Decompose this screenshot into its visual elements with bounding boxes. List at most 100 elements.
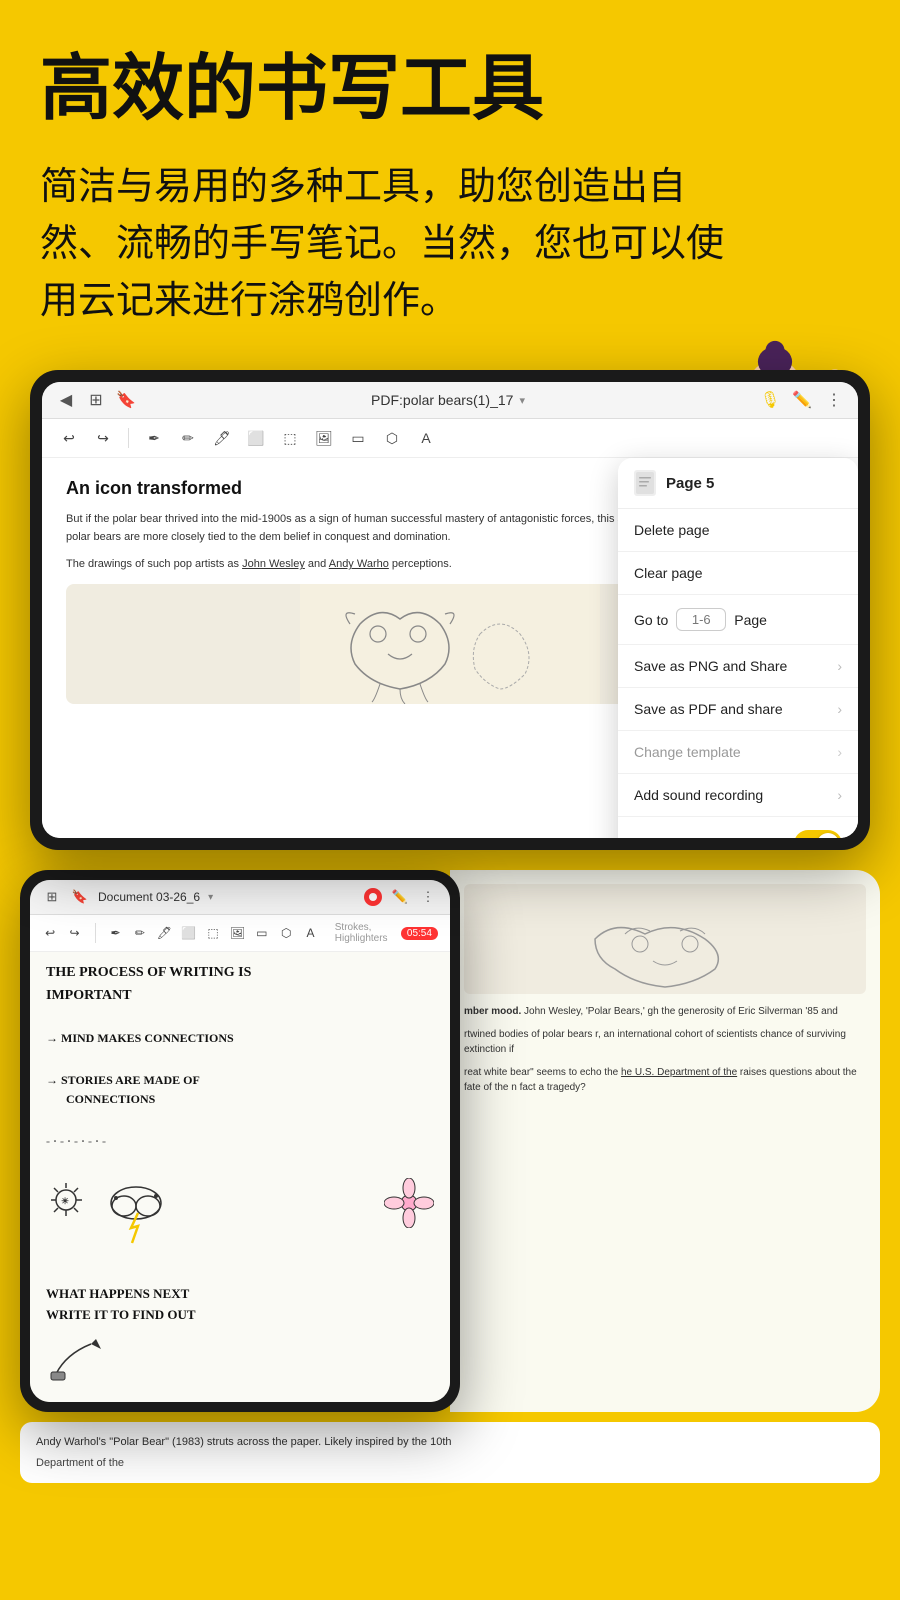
- clear-page-item[interactable]: Clear page: [618, 552, 858, 595]
- back-icon[interactable]: ◀: [56, 390, 76, 410]
- hw-line-2: IMPORTANT: [46, 985, 434, 1007]
- redo-icon[interactable]: ↪: [90, 425, 116, 451]
- dropdown-header-title: Page 5: [666, 475, 714, 492]
- undo-icon[interactable]: ↩: [56, 425, 82, 451]
- save-pdf-item[interactable]: Save as PDF and share ›: [618, 688, 858, 731]
- experimental-label: Experimental features: [634, 836, 770, 838]
- selection-icon[interactable]: ⬚: [277, 425, 303, 451]
- dept-link[interactable]: he U.S. Department of the: [621, 1067, 737, 1078]
- phone-textbox[interactable]: ▭: [254, 920, 270, 946]
- bottom-caption-bar: Andy Warhol's "Polar Bear" (1983) struts…: [20, 1422, 880, 1483]
- strokes-label: Strokes, Highlighters: [335, 922, 393, 944]
- phone-image[interactable]: 🖼: [229, 920, 245, 946]
- phone-pen-icon[interactable]: ✏️: [390, 887, 410, 907]
- eraser-icon[interactable]: ⬜: [243, 425, 269, 451]
- drawing-tools-bar: ↩ ↪ ✒ ✏ 🖊 ⬜ ⬚ 🖼 ▭ ⬡ A: [42, 419, 858, 458]
- chevron-right-icon: ›: [837, 658, 842, 674]
- phone-text[interactable]: A: [302, 920, 318, 946]
- bookmark-icon[interactable]: 🔖: [116, 390, 136, 410]
- chevron-right-icon-4: ›: [837, 787, 842, 803]
- phone-eraser[interactable]: ⬜: [181, 920, 197, 946]
- page-label: Page: [734, 612, 767, 628]
- hw-line-4: → STORIES ARE MADE OF: [46, 1071, 434, 1090]
- phone-pen-tool[interactable]: ✒: [107, 920, 123, 946]
- phone-divider: [95, 923, 96, 943]
- delete-page-item[interactable]: Delete page: [618, 509, 858, 552]
- phone-undo[interactable]: ↩: [42, 920, 58, 946]
- hw-line-6: WHAT HAPPENS NEXT: [46, 1284, 434, 1305]
- doodle-flower: [384, 1178, 434, 1236]
- image-icon[interactable]: 🖼: [311, 425, 337, 451]
- caption-text: Andy Warhol's "Polar Bear" (1983) struts…: [36, 1434, 864, 1451]
- clear-page-label: Clear page: [634, 565, 703, 581]
- more-options-icon[interactable]: ⋮: [824, 390, 844, 410]
- toolbar-left: ◀ ⊞ 🔖: [56, 390, 136, 410]
- microphone-icon[interactable]: 🎙: [760, 390, 780, 410]
- chevron-right-icon-3: ›: [837, 744, 842, 760]
- handwriting-area: THE PROCESS OF WRITING IS IMPORTANT → MI…: [46, 962, 434, 1392]
- goto-input[interactable]: [676, 608, 726, 631]
- phone-pencil-tool[interactable]: ✏: [132, 920, 148, 946]
- tablet-section: ◀ ⊞ 🔖 PDF:polar bears(1)_17 ▾ 🎙 ✏️ ⋮ ↩ ↪: [0, 370, 900, 850]
- change-template-item[interactable]: Change template ›: [618, 731, 858, 774]
- experimental-toggle[interactable]: [794, 830, 842, 838]
- phone-redo[interactable]: ↪: [66, 920, 82, 946]
- doc-preview-text-3: reat white bear" seems to echo the he U.…: [464, 1065, 866, 1095]
- tablet-screen: ◀ ⊞ 🔖 PDF:polar bears(1)_17 ▾ 🎙 ✏️ ⋮ ↩ ↪: [42, 382, 858, 838]
- hw-line-7: WRITE IT TO FIND OUT: [46, 1305, 434, 1326]
- chevron-down-icon: ▾: [519, 394, 525, 407]
- divider: [128, 428, 129, 448]
- hero-subtitle: 简洁与易用的多种工具，助您创造出自然、流畅的手写笔记。当然，您也可以使用云记来进…: [40, 159, 740, 330]
- hw-line-1: THE PROCESS OF WRITING IS: [46, 962, 434, 984]
- save-pdf-label: Save as PDF and share: [634, 701, 783, 717]
- link-john-wesley[interactable]: John Wesley: [242, 558, 305, 570]
- document-title: PDF:polar bears(1)_17: [371, 392, 513, 408]
- doc-preview-panel: mber mood. John Wesley, 'Polar Bears,' g…: [450, 870, 880, 1412]
- hw-line-3: → MIND MAKES CONNECTIONS: [46, 1029, 434, 1048]
- phone-selection[interactable]: ⬚: [205, 920, 221, 946]
- text-icon[interactable]: A: [413, 425, 439, 451]
- phone-shape[interactable]: ⬡: [278, 920, 294, 946]
- doc-preview-text-2: rtwined bodies of polar bears r, an inte…: [464, 1027, 866, 1057]
- document-title-bar[interactable]: PDF:polar bears(1)_17 ▾: [371, 392, 525, 408]
- experimental-features-item[interactable]: Experimental features: [618, 817, 858, 838]
- phone-toolbar-left: ⊞ 🔖 Document 03-26_6 ▾: [42, 887, 213, 907]
- phone-highlighter[interactable]: 🖊: [156, 920, 172, 946]
- save-png-label: Save as PNG and Share: [634, 658, 787, 674]
- svg-text:☀: ☀: [61, 1196, 69, 1206]
- pen-tool-icon[interactable]: ✒: [141, 425, 167, 451]
- grid-icon[interactable]: ⊞: [86, 390, 106, 410]
- phone-device: ⊞ 🔖 Document 03-26_6 ▾ ✏️ ⋮ ↩ ↪: [20, 870, 460, 1412]
- text-box-icon[interactable]: ▭: [345, 425, 371, 451]
- phone-toolbar-right: ✏️ ⋮: [364, 887, 438, 907]
- add-sound-label: Add sound recording: [634, 787, 763, 803]
- goto-row: Go to Page: [634, 608, 767, 631]
- pencil-tool-icon[interactable]: ✏: [175, 425, 201, 451]
- phone-screen: ⊞ 🔖 Document 03-26_6 ▾ ✏️ ⋮ ↩ ↪: [30, 880, 450, 1402]
- phone-grid-icon[interactable]: ⊞: [42, 887, 62, 907]
- delete-page-label: Delete page: [634, 522, 710, 538]
- dept-caption: Department of the: [36, 1455, 864, 1472]
- change-template-label: Change template: [634, 744, 741, 760]
- goto-label: Go to: [634, 612, 668, 628]
- tablet-device: ◀ ⊞ 🔖 PDF:polar bears(1)_17 ▾ 🎙 ✏️ ⋮ ↩ ↪: [30, 370, 870, 850]
- link-andy-warhol[interactable]: Andy Warho: [329, 558, 389, 570]
- hero-title: 高效的书写工具: [40, 50, 860, 129]
- hero-section: 高效的书写工具 简洁与易用的多种工具，助您创造出自然、流畅的手写笔记。当然，您也…: [0, 0, 900, 350]
- record-dot: [369, 893, 377, 901]
- pen-icon[interactable]: ✏️: [792, 390, 812, 410]
- phone-content: THE PROCESS OF WRITING IS IMPORTANT → MI…: [30, 952, 450, 1402]
- add-sound-item[interactable]: Add sound recording ›: [618, 774, 858, 817]
- dept-label: Department of the: [36, 1457, 124, 1469]
- shape-icon[interactable]: ⬡: [379, 425, 405, 451]
- hw-line-dashes: - · - · - · - · -: [46, 1132, 434, 1151]
- phone-more-icon[interactable]: ⋮: [418, 887, 438, 907]
- goto-page-item[interactable]: Go to Page: [618, 595, 858, 645]
- doodle-row: ☀: [46, 1178, 434, 1256]
- highlighter-icon[interactable]: 🖊: [209, 425, 235, 451]
- save-png-item[interactable]: Save as PNG and Share ›: [618, 645, 858, 688]
- toolbar-right: 🎙 ✏️ ⋮: [760, 390, 844, 410]
- record-button[interactable]: [364, 888, 382, 906]
- doc-preview-image: [464, 884, 866, 994]
- phone-bookmark-icon[interactable]: 🔖: [70, 887, 90, 907]
